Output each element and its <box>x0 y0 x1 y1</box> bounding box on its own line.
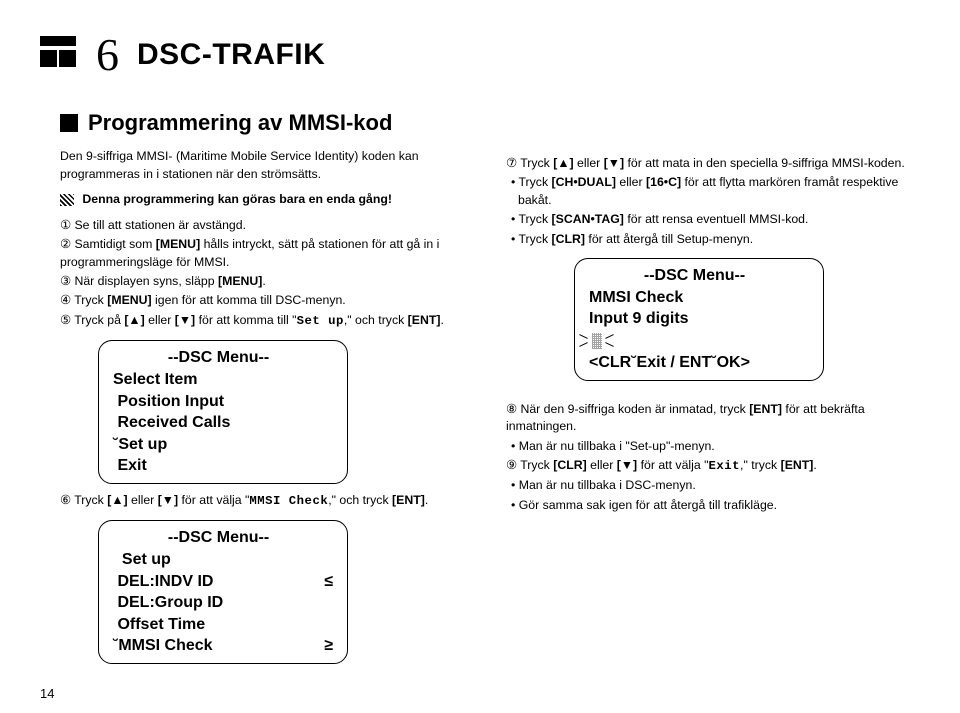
step-7-bullet-2: • Tryck [SCAN•TAG] för att rensa eventue… <box>506 211 920 228</box>
step-9-bullet-1: • Man är nu tillbaka i DSC-menyn. <box>506 477 920 494</box>
lcd-display-3: --DSC Menu-- MMSI Check Input 9 digits <… <box>574 258 824 380</box>
step-8: ⑧ När den 9-siffriga koden är inmatad, t… <box>506 401 920 436</box>
section-heading: Programmering av MMSI-kod <box>60 107 474 138</box>
chapter-icon <box>40 36 78 74</box>
warning-line: Denna programmering kan göras bara en en… <box>60 191 474 208</box>
intro-paragraph: Den 9-siffriga MMSI- (Maritime Mobile Se… <box>60 148 474 183</box>
left-column: Programmering av MMSI-kod Den 9-siffriga… <box>60 107 474 664</box>
right-column: ⑦ Tryck [▲] eller [▼] för att mata in de… <box>506 107 920 664</box>
step-4: ④ Tryck [MENU] igen för att komma till D… <box>60 292 474 309</box>
page-number: 14 <box>40 686 54 701</box>
step-2: ② Samtidigt som [MENU] hålls intryckt, s… <box>60 236 474 271</box>
step-7-bullet-3: • Tryck [CLR] för att återgå till Setup-… <box>506 231 920 248</box>
step-7: ⑦ Tryck [▲] eller [▼] för att mata in de… <box>506 155 920 172</box>
lcd-display-2: --DSC Menu-- Set up DEL:INDV ID≤ DEL:Gro… <box>98 520 348 664</box>
hatched-icon <box>60 194 74 206</box>
page-header: 6 DSC-TRAFIK <box>40 28 920 81</box>
step-9: ⑨ Tryck [CLR] eller [▼] för att välja "E… <box>506 457 920 475</box>
step-9-bullet-2: • Gör samma sak igen för att återgå till… <box>506 497 920 514</box>
step-5: ⑤ Tryck på [▲] eller [▼] för att komma t… <box>60 312 474 330</box>
step-8-bullet: • Man är nu tillbaka i "Set-up"-menyn. <box>506 438 920 455</box>
lcd-display-1: --DSC Menu-- Select Item Position Input … <box>98 340 348 484</box>
step-6: ⑥ Tryck [▲] eller [▼] för att välja "MMS… <box>60 492 474 510</box>
chapter-title: DSC-TRAFIK <box>137 38 325 72</box>
cursor-blink-icon <box>589 330 619 352</box>
step-3: ③ När displayen syns, släpp [MENU]. <box>60 273 474 290</box>
step-1: ① Se till att stationen är avstängd. <box>60 217 474 234</box>
chapter-number: 6 <box>96 28 119 81</box>
warning-text: Denna programmering kan göras bara en en… <box>82 192 392 206</box>
section-title-text: Programmering av MMSI-kod <box>88 107 392 138</box>
step-7-bullet-1: • Tryck [CH•DUAL] eller [16•C] för att f… <box>506 174 920 209</box>
square-bullet-icon <box>60 114 78 132</box>
